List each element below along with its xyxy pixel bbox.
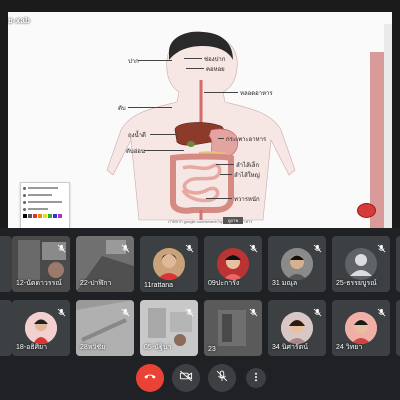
more-options-button[interactable] bbox=[246, 368, 266, 388]
camera-off-icon bbox=[179, 369, 193, 388]
participant-name: 18-อธิศิยา bbox=[16, 344, 48, 351]
label-esophagus: หลอดอาหาร bbox=[240, 91, 273, 97]
participant-name: 05-นัฐินา bbox=[144, 344, 172, 351]
label-mouth: ปาก bbox=[128, 59, 139, 65]
label-stomach: กระเพาะอาหาร bbox=[226, 137, 267, 143]
presentation-title: ย-xab bbox=[8, 16, 31, 25]
mic-off-icon bbox=[57, 240, 66, 253]
participant-tile[interactable]: 18-อธิศิยา bbox=[12, 300, 70, 356]
participant-name: 34 นิศารัตน์ bbox=[272, 344, 308, 351]
participant-tile[interactable]: 22-ปาฬิกา bbox=[76, 236, 134, 292]
label-gallbladder: ถุงน้ำดี bbox=[128, 133, 146, 139]
participant-tile[interactable]: 12-นัดดาวรรณ์ bbox=[12, 236, 70, 292]
avatar bbox=[153, 248, 185, 280]
mic-off-icon bbox=[185, 304, 194, 317]
slide-side-bar bbox=[370, 52, 384, 228]
mic-off-icon bbox=[313, 240, 322, 253]
tool-highlighter[interactable] bbox=[23, 192, 67, 198]
participant-tile[interactable]: 24 วิทยา bbox=[332, 300, 390, 356]
participant-name: 23 bbox=[208, 346, 216, 353]
label-large-intestine: ลำไส้ใหญ่ bbox=[234, 173, 260, 179]
mic-off-icon bbox=[313, 304, 322, 317]
mic-off-icon bbox=[377, 304, 386, 317]
participant-tile-partial[interactable] bbox=[0, 300, 12, 356]
mic-off-icon bbox=[121, 304, 130, 317]
slide-scrollbar[interactable] bbox=[384, 24, 392, 228]
participant-name: 22-ปาฬิกา bbox=[80, 280, 112, 287]
shared-screen: ปาก ช่องปาก คอหอย หลอดอาหาร ตับ ถุงน้ำดี… bbox=[0, 0, 400, 228]
participant-name: 11rattana bbox=[144, 282, 174, 289]
participant-tile[interactable]: 23 bbox=[204, 300, 262, 356]
tool-clear[interactable] bbox=[23, 206, 67, 212]
view-image-button[interactable]: ดูภาพ bbox=[223, 217, 243, 224]
label-pharynx: คอหอย bbox=[206, 67, 225, 73]
avatar bbox=[217, 248, 249, 280]
avatar bbox=[281, 248, 313, 280]
participant-tile-partial[interactable] bbox=[396, 236, 400, 292]
mic-off-icon bbox=[249, 240, 258, 253]
label-pancreas: ตับอ่อน bbox=[126, 149, 146, 155]
camera-toggle-button[interactable] bbox=[172, 364, 200, 392]
mic-off-icon bbox=[377, 240, 386, 253]
mic-toggle-button[interactable] bbox=[208, 364, 236, 392]
default-avatar-icon bbox=[345, 248, 377, 280]
participant-name: 12-นัดดาวรรณ์ bbox=[16, 280, 62, 287]
record-stamp bbox=[357, 203, 376, 218]
annotation-toolbox[interactable] bbox=[20, 182, 70, 228]
presentation-slide: ปาก ช่องปาก คอหอย หลอดอาหาร ตับ ถุงน้ำดี… bbox=[8, 12, 392, 228]
avatar bbox=[345, 312, 377, 344]
participant-tile[interactable]: 31 มณุล bbox=[268, 236, 326, 292]
mic-off-icon bbox=[57, 304, 66, 317]
mic-off-icon bbox=[185, 240, 194, 253]
participant-name: 31 มณุล bbox=[272, 280, 298, 287]
hangup-button[interactable] bbox=[136, 364, 164, 392]
label-liver: ตับ bbox=[118, 106, 126, 112]
participant-tile-partial[interactable] bbox=[0, 236, 12, 292]
mic-off-icon bbox=[249, 304, 258, 317]
mic-off-icon bbox=[215, 369, 229, 388]
participant-name: 25-ธรรยบูรณ์ bbox=[336, 280, 377, 287]
participant-name: 28หวิชัย bbox=[80, 344, 106, 351]
color-swatches[interactable] bbox=[23, 214, 67, 218]
more-vert-icon bbox=[251, 369, 261, 387]
avatar bbox=[281, 312, 313, 344]
mic-off-icon bbox=[121, 240, 130, 253]
participant-name: 24 วิทยา bbox=[336, 344, 363, 351]
label-anus: ทวารหนัก bbox=[234, 197, 260, 203]
participant-tile[interactable]: 28หวิชัย bbox=[76, 300, 134, 356]
participant-tile[interactable]: 09ปะการัง bbox=[204, 236, 262, 292]
participant-tile[interactable]: 25-ธรรยบูรณ์ bbox=[332, 236, 390, 292]
tool-eraser[interactable] bbox=[23, 199, 67, 205]
label-small-intestine: ลำไส้เล็ก bbox=[236, 163, 260, 169]
participant-tile[interactable]: 34 นิศารัตน์ bbox=[268, 300, 326, 356]
label-oral-cavity: ช่องปาก bbox=[204, 57, 226, 63]
participant-tile[interactable]: 05-นัฐินา bbox=[140, 300, 198, 356]
participant-name: 09ปะการัง bbox=[208, 280, 240, 287]
participant-tile[interactable]: 11rattana bbox=[140, 236, 198, 292]
phone-hangup-icon bbox=[143, 369, 157, 388]
tool-pen[interactable] bbox=[23, 185, 67, 191]
participant-tile-partial[interactable] bbox=[396, 300, 400, 356]
avatar bbox=[25, 312, 57, 344]
